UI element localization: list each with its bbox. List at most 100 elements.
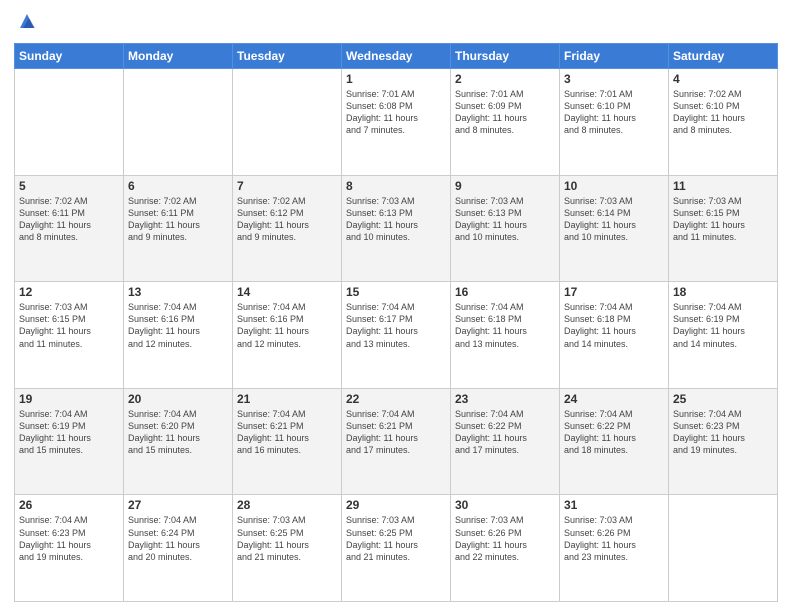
day-number: 2 xyxy=(455,72,555,86)
calendar-cell: 3Sunrise: 7:01 AMSunset: 6:10 PMDaylight… xyxy=(560,69,669,176)
calendar-week-row: 19 Sunrise: 7:04 AMSunset: 6:19 PMDayligh… xyxy=(15,388,778,495)
day-info: Sunrise: 7:03 AMSunset: 6:26 PMDaylight:… xyxy=(455,514,555,563)
day-info: Sunrise: 7:04 AMSunset: 6:22 PMDaylight:… xyxy=(564,408,664,457)
calendar-cell: 7 Sunrise: 7:02 AMSunset: 6:12 PMDaylight… xyxy=(233,175,342,282)
day-number: 27 xyxy=(128,498,228,512)
day-number: 7 xyxy=(237,179,337,193)
day-number: 31 xyxy=(564,498,664,512)
calendar-cell: 15 Sunrise: 7:04 AMSunset: 6:17 PMDayligh… xyxy=(342,282,451,389)
calendar-cell: 20Sunrise: 7:04 AMSunset: 6:20 PMDayligh… xyxy=(124,388,233,495)
calendar-cell: 13 Sunrise: 7:04 AMSunset: 6:16 PMDayligh… xyxy=(124,282,233,389)
day-info: Sunrise: 7:04 AMSunset: 6:21 PMDaylight:… xyxy=(237,408,337,457)
day-info: Sunrise: 7:03 AMSunset: 6:15 PMDaylight:… xyxy=(19,301,119,350)
day-info: Sunrise: 7:02 AMSunset: 6:12 PMDaylight:… xyxy=(237,195,337,244)
calendar-cell: 26 Sunrise: 7:04 AMSunset: 6:23 PMDayligh… xyxy=(15,495,124,602)
calendar-cell xyxy=(124,69,233,176)
calendar-table: SundayMondayTuesdayWednesdayThursdayFrid… xyxy=(14,43,778,602)
day-number: 4 xyxy=(673,72,773,86)
day-info: Sunrise: 7:04 AMSunset: 6:17 PMDaylight:… xyxy=(346,301,446,350)
day-number: 6 xyxy=(128,179,228,193)
calendar-cell xyxy=(233,69,342,176)
day-info: Sunrise: 7:02 AMSunset: 6:11 PMDaylight:… xyxy=(19,195,119,244)
calendar-cell: 24 Sunrise: 7:04 AMSunset: 6:22 PMDayligh… xyxy=(560,388,669,495)
day-info: Sunrise: 7:04 AMSunset: 6:24 PMDaylight:… xyxy=(128,514,228,563)
calendar-cell: 11 Sunrise: 7:03 AMSunset: 6:15 PMDayligh… xyxy=(669,175,778,282)
day-number: 11 xyxy=(673,179,773,193)
day-number: 13 xyxy=(128,285,228,299)
calendar-cell: 18 Sunrise: 7:04 AMSunset: 6:19 PMDayligh… xyxy=(669,282,778,389)
day-info: Sunrise: 7:03 AMSunset: 6:15 PMDaylight:… xyxy=(673,195,773,244)
weekday-header: Monday xyxy=(124,44,233,69)
logo xyxy=(14,10,38,37)
calendar-week-row: 5 Sunrise: 7:02 AMSunset: 6:11 PMDaylight… xyxy=(15,175,778,282)
day-number: 8 xyxy=(346,179,446,193)
calendar-cell: 10 Sunrise: 7:03 AMSunset: 6:14 PMDayligh… xyxy=(560,175,669,282)
calendar-cell: 12Sunrise: 7:03 AMSunset: 6:15 PMDayligh… xyxy=(15,282,124,389)
day-info: Sunrise: 7:04 AMSunset: 6:16 PMDaylight:… xyxy=(128,301,228,350)
day-number: 5 xyxy=(19,179,119,193)
calendar-cell: 17 Sunrise: 7:04 AMSunset: 6:18 PMDayligh… xyxy=(560,282,669,389)
calendar-cell: 14Sunrise: 7:04 AMSunset: 6:16 PMDayligh… xyxy=(233,282,342,389)
day-number: 16 xyxy=(455,285,555,299)
calendar-week-row: 12Sunrise: 7:03 AMSunset: 6:15 PMDayligh… xyxy=(15,282,778,389)
calendar-cell: 9 Sunrise: 7:03 AMSunset: 6:13 PMDaylight… xyxy=(451,175,560,282)
day-number: 10 xyxy=(564,179,664,193)
weekday-header: Wednesday xyxy=(342,44,451,69)
calendar-cell: 4Sunrise: 7:02 AMSunset: 6:10 PMDaylight… xyxy=(669,69,778,176)
day-info: Sunrise: 7:04 AMSunset: 6:23 PMDaylight:… xyxy=(19,514,119,563)
calendar-cell: 5 Sunrise: 7:02 AMSunset: 6:11 PMDaylight… xyxy=(15,175,124,282)
calendar-cell: 31Sunrise: 7:03 AMSunset: 6:26 PMDayligh… xyxy=(560,495,669,602)
weekday-header: Sunday xyxy=(15,44,124,69)
day-number: 26 xyxy=(19,498,119,512)
day-info: Sunrise: 7:01 AMSunset: 6:09 PMDaylight:… xyxy=(455,88,555,137)
day-info: Sunrise: 7:04 AMSunset: 6:18 PMDaylight:… xyxy=(564,301,664,350)
logo-icon xyxy=(16,10,38,32)
day-info: Sunrise: 7:04 AMSunset: 6:22 PMDaylight:… xyxy=(455,408,555,457)
day-number: 22 xyxy=(346,392,446,406)
day-number: 15 xyxy=(346,285,446,299)
day-info: Sunrise: 7:04 AMSunset: 6:20 PMDaylight:… xyxy=(128,408,228,457)
day-number: 24 xyxy=(564,392,664,406)
header-row: SundayMondayTuesdayWednesdayThursdayFrid… xyxy=(15,44,778,69)
calendar-cell: 30 Sunrise: 7:03 AMSunset: 6:26 PMDayligh… xyxy=(451,495,560,602)
day-number: 18 xyxy=(673,285,773,299)
day-info: Sunrise: 7:04 AMSunset: 6:19 PMDaylight:… xyxy=(673,301,773,350)
day-info: Sunrise: 7:03 AMSunset: 6:25 PMDaylight:… xyxy=(237,514,337,563)
day-number: 14 xyxy=(237,285,337,299)
header xyxy=(14,10,778,37)
day-number: 1 xyxy=(346,72,446,86)
calendar-cell: 25 Sunrise: 7:04 AMSunset: 6:23 PMDayligh… xyxy=(669,388,778,495)
calendar-week-row: 26 Sunrise: 7:04 AMSunset: 6:23 PMDayligh… xyxy=(15,495,778,602)
day-info: Sunrise: 7:03 AMSunset: 6:13 PMDaylight:… xyxy=(346,195,446,244)
day-info: Sunrise: 7:03 AMSunset: 6:13 PMDaylight:… xyxy=(455,195,555,244)
weekday-header: Saturday xyxy=(669,44,778,69)
calendar-cell xyxy=(15,69,124,176)
day-info: Sunrise: 7:04 AMSunset: 6:23 PMDaylight:… xyxy=(673,408,773,457)
day-number: 17 xyxy=(564,285,664,299)
day-number: 19 xyxy=(19,392,119,406)
day-number: 9 xyxy=(455,179,555,193)
day-number: 21 xyxy=(237,392,337,406)
day-info: Sunrise: 7:01 AMSunset: 6:10 PMDaylight:… xyxy=(564,88,664,137)
day-info: Sunrise: 7:04 AMSunset: 6:19 PMDaylight:… xyxy=(19,408,119,457)
day-number: 30 xyxy=(455,498,555,512)
calendar-cell: 29Sunrise: 7:03 AMSunset: 6:25 PMDayligh… xyxy=(342,495,451,602)
day-number: 28 xyxy=(237,498,337,512)
calendar-cell: 22 Sunrise: 7:04 AMSunset: 6:21 PMDayligh… xyxy=(342,388,451,495)
page: SundayMondayTuesdayWednesdayThursdayFrid… xyxy=(0,0,792,612)
weekday-header: Tuesday xyxy=(233,44,342,69)
day-info: Sunrise: 7:03 AMSunset: 6:14 PMDaylight:… xyxy=(564,195,664,244)
day-info: Sunrise: 7:04 AMSunset: 6:21 PMDaylight:… xyxy=(346,408,446,457)
calendar-cell: 1 Sunrise: 7:01 AMSunset: 6:08 PMDaylight… xyxy=(342,69,451,176)
calendar-cell: 19 Sunrise: 7:04 AMSunset: 6:19 PMDayligh… xyxy=(15,388,124,495)
calendar-cell: 2 Sunrise: 7:01 AMSunset: 6:09 PMDaylight… xyxy=(451,69,560,176)
day-info: Sunrise: 7:01 AMSunset: 6:08 PMDaylight:… xyxy=(346,88,446,137)
weekday-header: Friday xyxy=(560,44,669,69)
calendar-cell: 28 Sunrise: 7:03 AMSunset: 6:25 PMDayligh… xyxy=(233,495,342,602)
calendar-cell: 23Sunrise: 7:04 AMSunset: 6:22 PMDayligh… xyxy=(451,388,560,495)
day-info: Sunrise: 7:03 AMSunset: 6:25 PMDaylight:… xyxy=(346,514,446,563)
calendar-cell: 27 Sunrise: 7:04 AMSunset: 6:24 PMDayligh… xyxy=(124,495,233,602)
day-info: Sunrise: 7:04 AMSunset: 6:18 PMDaylight:… xyxy=(455,301,555,350)
day-number: 25 xyxy=(673,392,773,406)
calendar-cell: 16 Sunrise: 7:04 AMSunset: 6:18 PMDayligh… xyxy=(451,282,560,389)
